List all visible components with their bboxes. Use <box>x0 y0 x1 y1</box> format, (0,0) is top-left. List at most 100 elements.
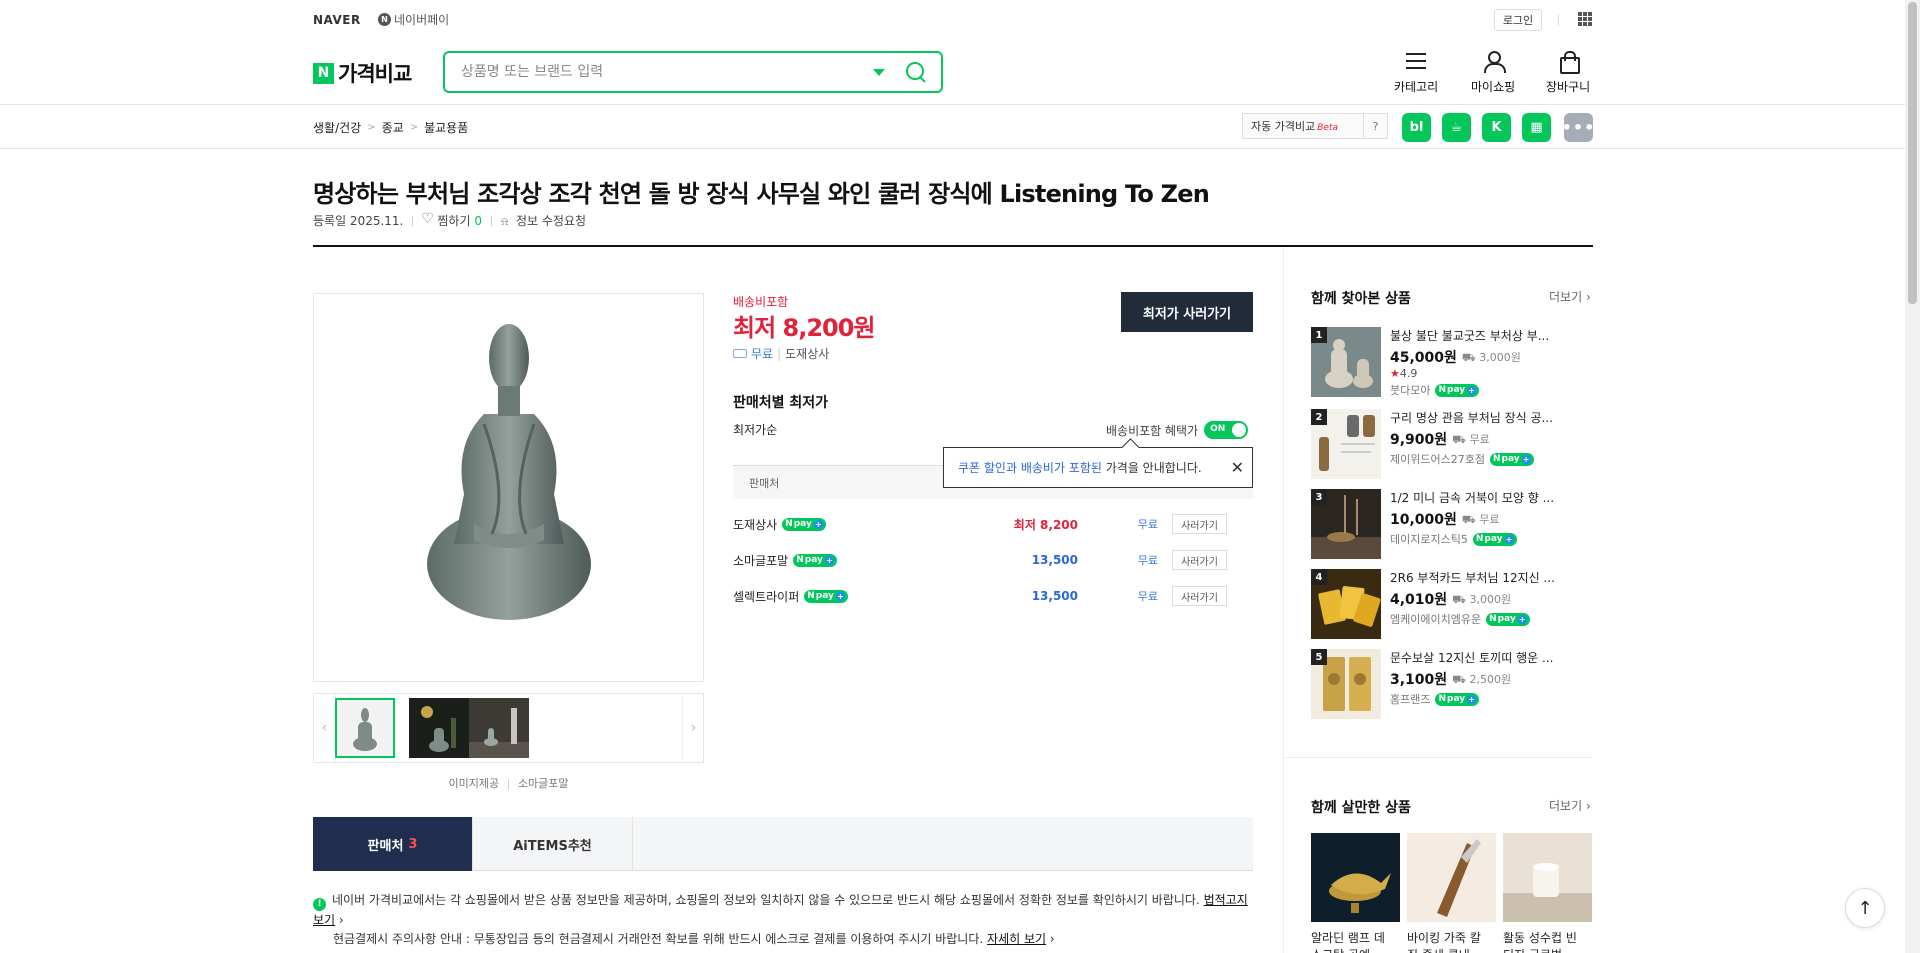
login-button[interactable]: 로그인 <box>1494 9 1542 31</box>
tooltip-text: 쿠폰 할인과 배송비가 포함된 가격을 안내합니다. <box>958 459 1202 476</box>
seller-name[interactable]: 셀렉트라이퍼 <box>733 588 799 605</box>
list-item[interactable]: 4 2R6 부적카드 부처님 12지신 ... 4,010원 ⛟ 3,000원 엠… <box>1311 569 1601 641</box>
table-row: 도재상사 Npay + 최저 8,200 무료 사러가기 <box>733 509 1253 539</box>
product-seller: 데이지로지스틱5 <box>1390 533 1468 546</box>
cafe-icon[interactable]: ☕ <box>1442 113 1471 142</box>
tooltip-rest: 가격을 안내합니다. <box>1101 461 1202 475</box>
product-thumbnail: 1 <box>1311 327 1381 397</box>
auto-compare-button[interactable]: 자동 가격비교 Beta ? <box>1242 113 1388 139</box>
buy-button[interactable]: 사러가기 <box>1172 550 1227 570</box>
my-shopping-button[interactable]: 마이쇼핑 <box>1471 50 1515 95</box>
plus-icon: + <box>824 555 834 565</box>
memo-icon[interactable]: ▦ <box>1522 113 1551 142</box>
toggle-switch[interactable]: ON <box>1204 421 1249 439</box>
seller-name[interactable]: 도재상사 <box>733 516 777 533</box>
chevron-right-icon[interactable]: › <box>682 694 704 762</box>
product-seller-row: 홈프랜즈 Npay + <box>1390 691 1595 707</box>
list-item[interactable]: 5 문수보살 12지신 토끼띠 행운 ... 3,100원 ⛟ 2,500원 홈프… <box>1311 649 1601 721</box>
cart-icon <box>1557 50 1581 74</box>
title-divider <box>313 245 1593 247</box>
seller-shipping: 무료 <box>1137 518 1158 531</box>
apps-grid-icon[interactable] <box>1578 12 1592 26</box>
free-shipping-label: 무료 <box>751 347 774 361</box>
naver-logo[interactable]: NAVER <box>313 13 361 27</box>
breadcrumb: 생활/건강 > 종교 > 불교용품 <box>313 119 468 136</box>
more-icon[interactable]: ••• <box>1562 113 1594 142</box>
buy-lowest-button[interactable]: 최저가 사러가기 <box>1121 292 1253 332</box>
plus-icon: + <box>813 519 823 529</box>
product-card-name[interactable]: 알라딘 램프 데 스크탑 공예 <box>1311 930 1400 953</box>
breadcrumb-item[interactable]: 생활/건강 <box>313 119 361 136</box>
list-item[interactable]: 1 불상 불단 불교굿즈 부처상 부... 45,000원 ⛟ 3,000원 ★4… <box>1311 327 1601 399</box>
product-card[interactable] <box>1311 833 1400 922</box>
list-item[interactable]: 2 구리 명상 관음 부처님 장식 공... 9,900원 ⛟ 무료 제이위드어스… <box>1311 409 1601 481</box>
search-icon[interactable] <box>905 61 927 83</box>
image-source[interactable]: 소마글포말 <box>518 777 569 790</box>
section-title: 함께 찾아본 상품 <box>1311 291 1411 307</box>
plus-icon: + <box>1467 385 1477 395</box>
breadcrumb-item[interactable]: 종교 <box>382 119 404 136</box>
sort-option[interactable]: 최저가순 <box>733 421 777 438</box>
chevron-right-icon: › <box>338 913 344 927</box>
rank-badge: 2 <box>1311 409 1327 425</box>
product-info: 1/2 미니 금속 거북이 모양 향 ... 10,000원 ⛟ 무료 데이지로지… <box>1390 489 1595 547</box>
more-link[interactable]: 더보기 › <box>1549 797 1591 814</box>
thumbnail[interactable] <box>469 698 529 758</box>
search-input[interactable] <box>461 64 873 80</box>
product-price: 10,000원 <box>1390 512 1457 528</box>
cart-button[interactable]: 장바구니 <box>1546 50 1590 95</box>
close-icon[interactable]: ✕ <box>1231 458 1244 477</box>
seller-price[interactable]: 최저 8,200 <box>973 516 1078 533</box>
tab-aitems[interactable]: AiTEMS추천 <box>473 817 633 871</box>
more-link[interactable]: 더보기 › <box>1549 288 1591 305</box>
npay-text: pay <box>804 555 823 565</box>
details-link[interactable]: 자세히 보기 <box>987 932 1046 946</box>
scrollbar-thumb[interactable] <box>1908 2 1917 304</box>
product-card[interactable] <box>1503 833 1592 922</box>
chevron-left-icon[interactable]: ‹ <box>314 694 336 762</box>
divider <box>490 215 492 226</box>
naver-pay-link[interactable]: N 네이버페이 <box>378 11 449 28</box>
seller-name[interactable]: 소마글포말 <box>733 552 788 569</box>
product-card[interactable] <box>1407 833 1496 922</box>
brand-name: 가격비교 <box>338 62 412 86</box>
auto-compare-label: 자동 가격비교 Beta <box>1243 118 1363 134</box>
product-card-name[interactable]: 활동 성수컵 빈 티지 글로벌 <box>1503 930 1592 953</box>
image-credit: 이미지제공 | 소마글포말 <box>313 775 704 791</box>
heart-icon <box>421 211 434 227</box>
lowest-seller[interactable]: 도재상사 <box>785 345 829 362</box>
product-thumbnail: 5 <box>1311 649 1381 719</box>
product-main-image[interactable] <box>313 293 704 682</box>
top-header: NAVER N 네이버페이 로그인 N 가격비교 카테고리 마이쇼핑 장바구니 <box>0 0 1905 105</box>
product-image <box>1407 833 1496 922</box>
product-name: 2R6 부적카드 부처님 12지신 ... <box>1390 571 1555 585</box>
product-card-name[interactable]: 바이킹 가죽 칼 집 중세 클내 <box>1407 930 1496 953</box>
help-icon[interactable]: ? <box>1363 114 1387 138</box>
npay-text: pay <box>1447 694 1466 704</box>
thumbnail[interactable] <box>335 698 395 758</box>
breadcrumb-item[interactable]: 불교용품 <box>424 119 468 136</box>
seller-price[interactable]: 13,500 <box>973 553 1078 567</box>
npay-badge: Npay + <box>1435 383 1480 397</box>
seller-name-cell: 셀렉트라이퍼 Npay + <box>733 588 973 605</box>
category-button[interactable]: 카테고리 <box>1394 50 1438 95</box>
notice-text: 현금결제시 주의사항 안내 : 무통장입금 등의 현금결제시 거래안전 확보를 … <box>333 932 984 947</box>
list-item[interactable]: 3 1/2 미니 금속 거북이 모양 향 ... 10,000원 ⛟ 무료 데이지… <box>1311 489 1601 561</box>
blog-icon[interactable]: bl <box>1402 113 1431 142</box>
keep-icon[interactable]: K <box>1482 113 1511 142</box>
buy-button[interactable]: 사러가기 <box>1172 586 1227 606</box>
product-price: 3,100원 <box>1390 672 1448 688</box>
seller-price[interactable]: 13,500 <box>973 589 1078 603</box>
scroll-to-top-button[interactable]: ↑ <box>1845 888 1885 928</box>
thumbnail[interactable] <box>409 698 469 758</box>
edit-request-button[interactable]: ⍾ 정보 수정요청 <box>501 212 586 229</box>
plus-icon: + <box>1467 694 1477 704</box>
wish-button[interactable]: 찜하기 0 <box>421 211 482 229</box>
price-compare-logo[interactable]: N 가격비교 <box>313 58 412 88</box>
shipping-benefit-toggle[interactable]: 배송비포함 혜택가 ON <box>1106 421 1249 439</box>
chevron-down-icon[interactable] <box>873 68 885 76</box>
rank-badge: 4 <box>1311 569 1327 585</box>
tab-sellers[interactable]: 판매처 3 <box>313 817 473 871</box>
buy-button[interactable]: 사러가기 <box>1172 514 1227 534</box>
product-thumbnail: 3 <box>1311 489 1381 559</box>
